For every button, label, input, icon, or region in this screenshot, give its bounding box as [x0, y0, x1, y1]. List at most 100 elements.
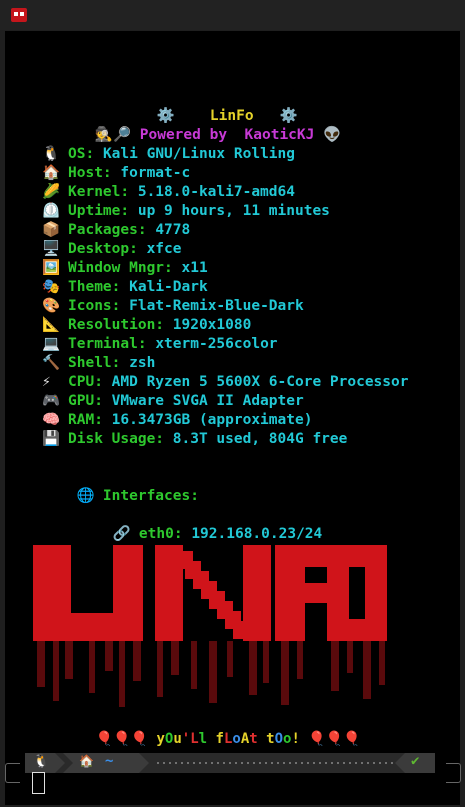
info-line: 🔨 Shell: zsh [42, 354, 155, 373]
banner-drip [37, 641, 45, 687]
info-label: Uptime: [68, 203, 130, 219]
info-line: 🎨 Icons: Flat-Remix-Blue-Dark [42, 297, 304, 316]
info-value: AMD Ryzen 5 5600X 6-Core Processor [111, 374, 409, 390]
info-value: 4778 [155, 222, 191, 238]
prompt-path: ~ [105, 753, 114, 769]
info-line: 🖥️ Desktop: xfce [42, 240, 182, 259]
float-char: t [249, 731, 258, 747]
prompt-frame-right [446, 763, 461, 783]
float-message: yOu'Ll fLoAt tOo! [156, 731, 299, 747]
balloons-icon: 🎈🎈🎈 [308, 731, 361, 747]
info-value: Flat-Remix-Blue-Dark [129, 298, 304, 314]
info-line: 🧠 RAM: 16.3473GB (approximate) [42, 411, 312, 430]
home-icon: 🏠 [79, 754, 94, 768]
info-label: CPU: [68, 374, 103, 390]
float-char: l [198, 731, 208, 747]
window-titlebar [0, 0, 465, 30]
linux-penguin-icon: 🐧 [33, 754, 50, 769]
interfaces-label: Interfaces: [102, 488, 199, 504]
info-icon: 🔨 [42, 355, 61, 371]
info-icon: 🏠 [42, 165, 61, 181]
info-value: xterm-256color [155, 336, 278, 352]
float-char: ' [181, 731, 191, 747]
info-label: Window Mngr: [68, 260, 173, 276]
banner-drip [263, 641, 269, 683]
float-char: f [215, 731, 224, 747]
powered-by-text: Powered by KaoticKJ [139, 127, 315, 143]
banner-drip [191, 641, 197, 689]
info-line: 💻 Terminal: xterm-256color [42, 335, 278, 354]
info-label: Resolution: [68, 317, 165, 333]
globe-icon: 🌐 [76, 488, 95, 504]
banner-drip [331, 641, 339, 691]
info-icon: 💻 [42, 336, 61, 352]
terminal-output[interactable]: ⚙️ LinFo ⚙️ 🕵🔎 Powered by KaoticKJ 👽 🐧 OS… [5, 31, 460, 805]
float-char: A [240, 731, 250, 747]
float-char [207, 731, 215, 747]
prompt-path-segment: 🏠 ~ [63, 753, 149, 773]
float-char: y [156, 731, 165, 747]
interface-name: eth0: [138, 526, 183, 542]
info-label: Disk Usage: [68, 431, 165, 447]
banner-letter-f [275, 583, 331, 603]
banner-letter-n [233, 621, 249, 639]
terminal-app-icon[interactable] [11, 8, 27, 22]
info-label: GPU: [68, 393, 103, 409]
prompt-frame-left [5, 763, 20, 783]
info-value: zsh [129, 355, 156, 371]
info-value: Kali GNU/Linux Rolling [102, 146, 295, 162]
banner-drip [227, 641, 233, 677]
float-char: t [266, 731, 275, 747]
info-icon: 🖼️ [42, 260, 61, 276]
info-value: 5.18.0-kali7-amd64 [137, 184, 295, 200]
info-icon: 🌽 [42, 184, 61, 200]
float-char: O [274, 731, 284, 747]
banner-drip [281, 641, 289, 705]
alien-icon: 👽 [323, 127, 342, 143]
banner-letter-l [33, 613, 123, 641]
info-value: 1920x1080 [172, 317, 252, 333]
banner-drip [171, 641, 179, 675]
banner-drip [209, 641, 217, 703]
banner-drip [363, 641, 371, 699]
info-icon: 🎭 [42, 279, 61, 295]
info-value: Kali-Dark [129, 279, 208, 295]
info-icon: 🐧 [42, 146, 61, 162]
text-cursor[interactable] [32, 772, 45, 794]
float-char: ! [291, 731, 300, 747]
info-icon: ⏲️ [42, 203, 61, 219]
banner-letter-o [327, 619, 387, 641]
banner-drip [157, 641, 163, 697]
banner-drip [53, 641, 59, 701]
info-label: Icons: [68, 298, 121, 314]
info-line: 📐 Resolution: 1920x1080 [42, 316, 251, 335]
info-icon: 🎮 [42, 393, 61, 409]
banner-drip [379, 641, 385, 685]
info-label: Terminal: [68, 336, 147, 352]
info-icon: 🖥️ [42, 241, 61, 257]
banner-drip [297, 641, 303, 679]
info-value: x11 [181, 260, 208, 276]
info-icon: 🎨 [42, 298, 61, 314]
banner-drip [65, 641, 73, 679]
info-label: OS: [68, 146, 95, 162]
banner-drip [249, 641, 257, 695]
info-line: 📦 Packages: 4778 [42, 221, 190, 240]
info-value: 16.3473GB (approximate) [111, 412, 313, 428]
float-char: u [173, 731, 182, 747]
info-value: xfce [146, 241, 182, 257]
banner-drip [347, 641, 353, 673]
banner-drip [119, 641, 125, 707]
banner-drip [89, 641, 95, 693]
info-icon: 📦 [42, 222, 61, 238]
banner-drip [133, 641, 141, 681]
info-icon: ⚡ [42, 374, 51, 390]
banner-drip [105, 641, 113, 671]
info-label: RAM: [68, 412, 103, 428]
info-value: format-c [120, 165, 191, 181]
info-line: ⚡ CPU: AMD Ryzen 5 5600X 6-Core Processor [42, 373, 408, 392]
info-line: 💾 Disk Usage: 8.3T used, 804G free [42, 430, 347, 449]
info-label: Packages: [68, 222, 147, 238]
linfo-banner-art [33, 545, 387, 707]
interface-address: 192.168.0.23/24 [191, 526, 323, 542]
